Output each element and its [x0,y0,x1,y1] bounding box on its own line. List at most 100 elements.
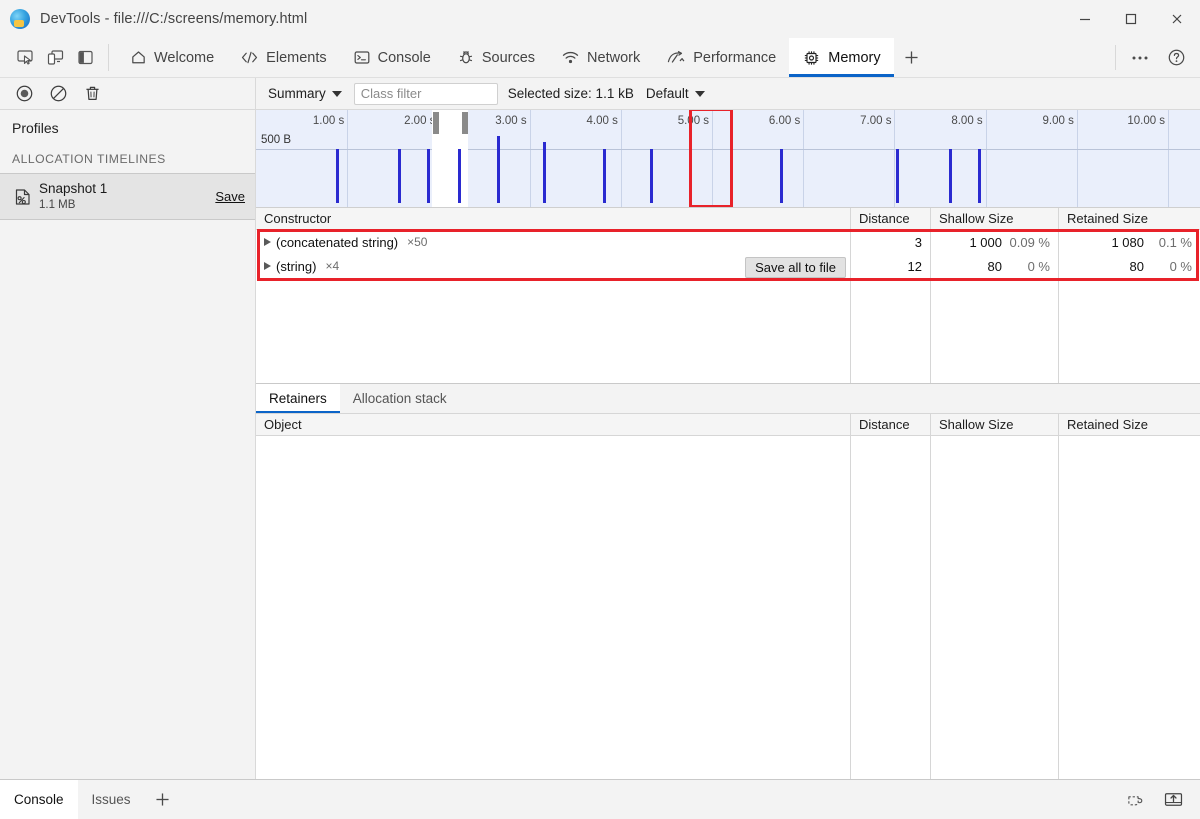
overview-x-tick: 3.00 s [495,110,531,207]
chevron-down-icon [331,90,342,97]
distance-cell: 12 [851,254,931,278]
chevron-down-icon [694,90,705,97]
overview-selection-handle-right[interactable] [461,112,468,134]
memory-content: 1.00 s 2.00 s 3.00 s 4.00 s 5.00 s 6.00 s 7.00… [256,110,1200,779]
column-header-object[interactable]: Object [256,414,851,435]
filler-shallow [931,278,1059,383]
record-icon[interactable] [8,80,40,108]
overview-bar [978,148,982,203]
table-row[interactable]: (concatenated string) ×50 3 1 000 0.09 %… [256,230,1200,254]
shallow-size-percent: 0 % [1027,258,1050,274]
close-button[interactable] [1154,0,1200,38]
tab-memory[interactable]: Memory [789,38,894,77]
import-arrow-icon[interactable] [1156,786,1190,814]
save-all-to-file-button[interactable]: Save all to file [745,257,846,278]
retained-size-cell: 1 080 0.1 % [1059,230,1200,254]
column-header-shallow-size[interactable]: Shallow Size [931,208,1059,229]
question-circle-icon[interactable] [1158,44,1194,72]
retainers-pane: Retainers Allocation stack Object Distan… [256,383,1200,779]
column-header-constructor[interactable]: Constructor [256,208,851,229]
expand-triangle-icon[interactable] [264,238,271,246]
tab-welcome[interactable]: Welcome [117,38,227,77]
tab-allocation-stack[interactable]: Allocation stack [340,384,460,413]
tab-console[interactable]: Console [340,38,444,77]
retainers-empty-distance [851,436,931,779]
shallow-size-value: 1 000 [969,234,1002,250]
overview-x-tick-label: 8.00 s [951,115,983,127]
overview-bar [949,148,953,203]
base-snapshot-select[interactable]: Default [646,86,705,101]
maximize-button[interactable] [1108,0,1154,38]
panel-body: Profiles ALLOCATION TIMELINES Snapshot 1… [0,110,1200,779]
retained-size-value: 80 [1129,258,1144,274]
drawer-tab-issues[interactable]: Issues [78,780,145,819]
drawer-tab-console[interactable]: Console [0,780,78,819]
table-row[interactable]: (string) ×4 12 80 0 % 80 0 % [256,254,1200,278]
profile-percent-icon [10,186,36,208]
no-entry-icon[interactable] [42,80,74,108]
overview-x-tick: 9.00 s [1043,110,1078,207]
device-toggle-icon[interactable] [40,44,70,72]
sidebar-item-size: 1.1 MB [39,198,76,211]
tab-label: Network [587,49,641,66]
memory-panel-toolbar: Summary Class filter Selected size: 1.1 … [0,78,1200,110]
add-panel-button[interactable] [894,38,930,77]
overview-bar [336,148,340,203]
tab-performance[interactable]: Performance [653,38,789,77]
view-select[interactable]: Summary [264,84,348,103]
column-header-retained-size[interactable]: Retained Size [1059,414,1200,435]
tab-label: Performance [693,49,777,66]
retainers-empty-shallow [931,436,1059,779]
tab-retainers[interactable]: Retainers [256,384,340,413]
column-header-retained-size[interactable]: Retained Size [1059,208,1200,229]
performance-gauge-icon [666,49,686,66]
trash-icon[interactable] [76,80,108,108]
overview-bar [496,136,500,203]
drawer-console-label: Console [14,792,64,807]
retained-size-percent: 0 % [1169,258,1192,274]
window-controls [1062,0,1200,38]
tab-label: Welcome [154,49,215,66]
profile-actions [0,78,256,109]
allocation-timeline-overview[interactable]: 1.00 s 2.00 s 3.00 s 4.00 s 5.00 s 6.00 s 7.00… [256,110,1200,208]
constructor-name: (string) [276,258,317,274]
column-header-distance[interactable]: Distance [851,208,931,229]
main-tab-strip: Welcome Elements Console Sources Network… [0,38,1200,78]
minimize-button[interactable] [1062,0,1108,38]
column-header-shallow-size[interactable]: Shallow Size [931,414,1059,435]
tab-network[interactable]: Network [548,38,653,77]
shallow-size-cell: 80 0 % [931,254,1059,278]
shallow-size-percent: 0.09 % [1009,234,1050,250]
overview-bar [896,148,900,203]
sidebar-item-snapshot-1[interactable]: Snapshot 1 1.1 MB Save [0,174,255,221]
inspect-cursor-icon[interactable] [10,44,40,72]
ellipsis-icon[interactable] [1122,44,1158,72]
save-profile-link[interactable]: Save [215,189,245,204]
column-header-distance[interactable]: Distance [851,414,931,435]
constructor-table: Constructor Distance Shallow Size Retain… [256,208,1200,383]
overview-x-tick-label: 7.00 s [860,115,892,127]
overview-x-tick: 8.00 s [951,110,987,207]
overview-bar [780,148,784,203]
overview-bar [602,148,606,203]
overview-selection-handle-left[interactable] [433,112,440,134]
overview-x-tick-label: 1.00 s [312,115,345,127]
overview-x-tick: 4.00 s [587,110,622,207]
overview-x-tick: 6.00 s [769,110,805,207]
view-select-label: Summary [268,86,326,101]
constructor-count: ×4 [325,259,340,273]
retainers-table-body [256,436,1200,779]
class-filter-placeholder: Class filter [360,86,422,101]
overview-bar [650,148,654,203]
constructor-cell[interactable]: (concatenated string) ×50 [256,230,851,254]
tab-elements[interactable]: Elements [227,38,339,77]
overview-x-tick-label: 6.00 s [768,115,801,127]
drawer-add-tab-button[interactable] [145,780,181,819]
overview-y-tick-label: 500 B [261,133,292,146]
class-filter-input[interactable]: Class filter [353,82,498,105]
expand-triangle-icon[interactable] [264,262,271,270]
dock-panel-icon[interactable] [70,44,100,72]
tab-sources[interactable]: Sources [444,38,548,77]
cup-dashed-icon[interactable] [1118,786,1152,814]
overview-x-tick-label: 3.00 s [495,115,527,127]
